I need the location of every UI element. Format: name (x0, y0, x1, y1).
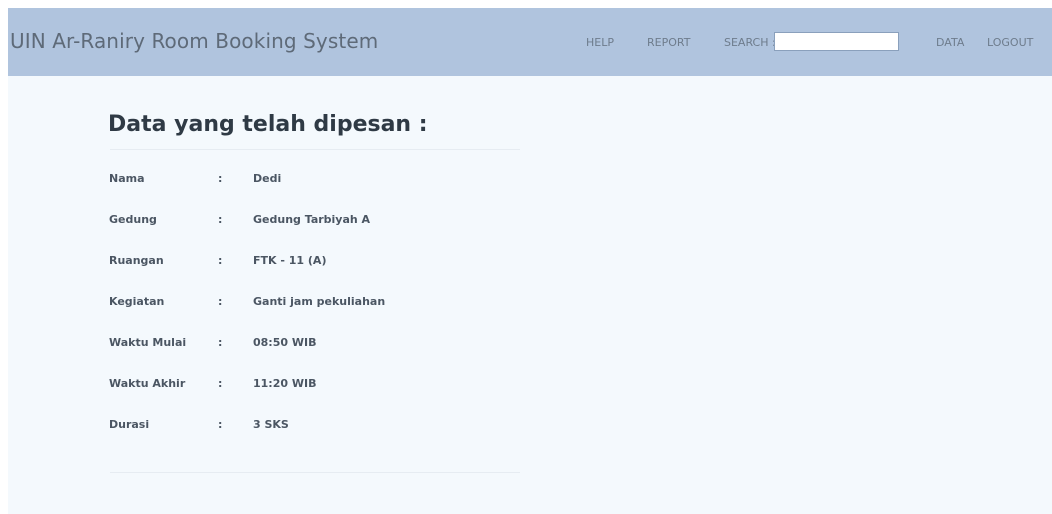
detail-row-waktu-akhir: Waktu Akhir : 11:20 WIB (8, 377, 608, 397)
detail-label: Waktu Akhir (109, 377, 186, 390)
detail-separator: : (218, 295, 223, 308)
top-navbar: UIN Ar-Raniry Room Booking System HELP R… (8, 8, 1052, 76)
nav-help-link[interactable]: HELP (586, 36, 614, 49)
detail-value: 11:20 WIB (253, 377, 317, 390)
detail-row-durasi: Durasi : 3 SKS (8, 418, 608, 438)
detail-label: Kegiatan (109, 295, 165, 308)
detail-value: Ganti jam pekuliahan (253, 295, 386, 308)
detail-value: Gedung Tarbiyah A (253, 213, 371, 226)
brand-title[interactable]: UIN Ar-Raniry Room Booking System (10, 29, 378, 53)
search-input[interactable] (774, 32, 899, 51)
page-title: Data yang telah dipesan : (108, 112, 428, 137)
detail-separator: : (218, 213, 223, 226)
detail-row-kegiatan: Kegiatan : Ganti jam pekuliahan (8, 295, 608, 315)
detail-row-ruangan: Ruangan : FTK - 11 (A) (8, 254, 608, 274)
detail-label: Waktu Mulai (109, 336, 187, 349)
detail-label: Gedung (109, 213, 157, 226)
nav-logout-link[interactable]: LOGOUT (987, 36, 1033, 49)
detail-separator: : (218, 254, 223, 267)
detail-separator: : (218, 336, 223, 349)
detail-separator: : (218, 418, 223, 431)
detail-separator: : (218, 377, 223, 390)
app-frame: UIN Ar-Raniry Room Booking System HELP R… (8, 8, 1052, 514)
detail-separator: : (218, 172, 223, 185)
detail-value: 3 SKS (253, 418, 289, 431)
detail-label: Nama (109, 172, 145, 185)
detail-value: FTK - 11 (A) (253, 254, 327, 267)
detail-label: Ruangan (109, 254, 164, 267)
title-divider (110, 149, 520, 150)
detail-row-nama: Nama : Dedi (8, 172, 608, 192)
nav-report-link[interactable]: REPORT (647, 36, 690, 49)
nav-data-link[interactable]: DATA (936, 36, 964, 49)
detail-value: Dedi (253, 172, 282, 185)
search-label: SEARCH : (724, 36, 776, 49)
bottom-divider (110, 472, 520, 473)
detail-row-gedung: Gedung : Gedung Tarbiyah A (8, 213, 608, 233)
detail-label: Durasi (109, 418, 150, 431)
detail-row-waktu-mulai: Waktu Mulai : 08:50 WIB (8, 336, 608, 356)
detail-value: 08:50 WIB (253, 336, 317, 349)
